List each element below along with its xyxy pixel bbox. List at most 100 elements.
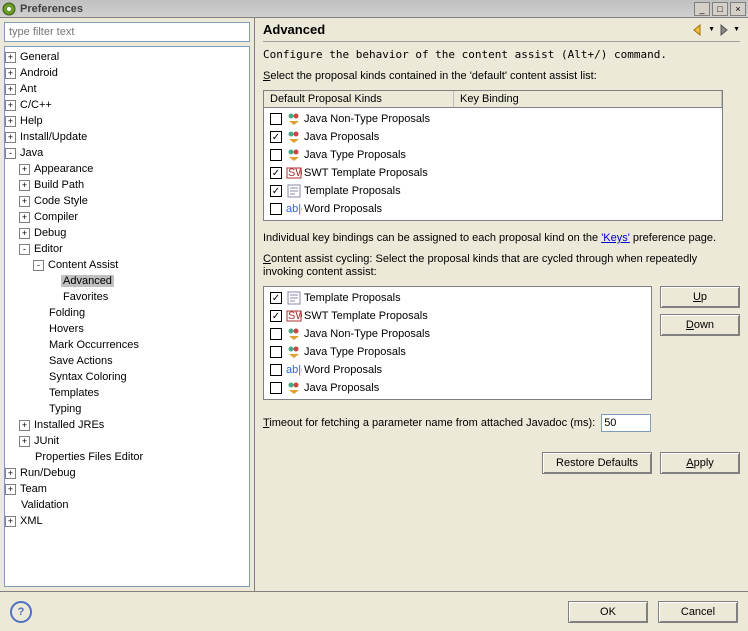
- apply-button[interactable]: Apply: [660, 452, 740, 474]
- tree-node-team[interactable]: +Team: [5, 481, 249, 497]
- expand-icon[interactable]: +: [19, 164, 30, 175]
- tree-node-install-update[interactable]: +Install/Update: [5, 129, 249, 145]
- expand-icon[interactable]: +: [5, 484, 16, 495]
- checkbox[interactable]: [270, 382, 282, 394]
- tree-node-ant[interactable]: +Ant: [5, 81, 249, 97]
- tree-node-build-path[interactable]: +Build Path: [5, 177, 249, 193]
- expand-icon[interactable]: +: [5, 468, 16, 479]
- proposal-row[interactable]: Java Non-Type Proposals: [266, 325, 649, 343]
- checkbox[interactable]: [270, 328, 282, 340]
- filter-input[interactable]: [4, 22, 250, 42]
- restore-defaults-button[interactable]: Restore Defaults: [542, 452, 652, 474]
- cancel-button[interactable]: Cancel: [658, 601, 738, 623]
- expand-icon[interactable]: +: [5, 116, 16, 127]
- back-menu-icon[interactable]: ▼: [708, 26, 715, 33]
- checkbox[interactable]: ✓: [270, 310, 282, 322]
- tree-node-templates[interactable]: Templates: [5, 385, 249, 401]
- proposal-row[interactable]: ✓SWTSWT Template Proposals: [266, 164, 720, 182]
- tree-node-installed-jres[interactable]: +Installed JREs: [5, 417, 249, 433]
- tree-node-debug[interactable]: +Debug: [5, 225, 249, 241]
- tree-node-content-assist[interactable]: -Content Assist: [5, 257, 249, 273]
- close-button[interactable]: ×: [730, 2, 746, 16]
- tree-node-properties-files-editor[interactable]: Properties Files Editor: [5, 449, 249, 465]
- proposal-row[interactable]: Java Proposals: [266, 379, 649, 397]
- checkbox[interactable]: ✓: [270, 292, 282, 304]
- tree-node-hovers[interactable]: Hovers: [5, 321, 249, 337]
- tree-node-run-debug[interactable]: +Run/Debug: [5, 465, 249, 481]
- tree-node-android[interactable]: +Android: [5, 65, 249, 81]
- down-button[interactable]: Down: [660, 314, 740, 336]
- tree-node-general[interactable]: +General: [5, 49, 249, 65]
- expand-icon[interactable]: +: [19, 228, 30, 239]
- expand-icon[interactable]: +: [19, 436, 30, 447]
- proposal-row[interactable]: ✓SWTSWT Template Proposals: [266, 307, 649, 325]
- col-key-binding[interactable]: Key Binding: [454, 91, 722, 107]
- checkbox[interactable]: [270, 113, 282, 125]
- proposal-label: Word Proposals: [304, 203, 382, 215]
- proposal-row[interactable]: Java Type Proposals: [266, 343, 649, 361]
- tree-node-help[interactable]: +Help: [5, 113, 249, 129]
- minimize-button[interactable]: _: [694, 2, 710, 16]
- expand-icon[interactable]: +: [5, 84, 16, 95]
- forward-menu-icon[interactable]: ▼: [733, 26, 740, 33]
- proposal-row[interactable]: ab|cWord Proposals: [266, 200, 720, 218]
- up-button[interactable]: Up: [660, 286, 740, 308]
- tree-node-syntax-coloring[interactable]: Syntax Coloring: [5, 369, 249, 385]
- help-icon[interactable]: ?: [10, 601, 32, 623]
- tree-node-compiler[interactable]: +Compiler: [5, 209, 249, 225]
- keys-link[interactable]: 'Keys': [601, 232, 630, 244]
- col-default-kinds[interactable]: Default Proposal Kinds: [264, 91, 454, 107]
- expand-icon[interactable]: +: [5, 516, 16, 527]
- checkbox[interactable]: [270, 149, 282, 161]
- expand-icon[interactable]: +: [5, 68, 16, 79]
- proposal-row[interactable]: ✓Template Proposals: [266, 289, 649, 307]
- back-icon[interactable]: [692, 24, 708, 36]
- tree-node-validation[interactable]: Validation: [5, 497, 249, 513]
- forward-icon[interactable]: [717, 24, 733, 36]
- tree-node-advanced[interactable]: Advanced: [5, 273, 249, 289]
- proposal-row[interactable]: ab|cWord Proposals: [266, 361, 649, 379]
- proposal-row[interactable]: Java Type Proposals: [266, 146, 720, 164]
- expand-icon[interactable]: +: [19, 180, 30, 191]
- tree-node-java[interactable]: -Java: [5, 145, 249, 161]
- preferences-tree[interactable]: +General+Android+Ant+C/C+++Help+Install/…: [4, 46, 250, 587]
- svg-text:SWT: SWT: [288, 310, 302, 322]
- checkbox[interactable]: [270, 203, 282, 215]
- checkbox[interactable]: ✓: [270, 131, 282, 143]
- default-proposals-table: Default Proposal Kinds Key Binding Java …: [263, 90, 723, 221]
- collapse-icon[interactable]: -: [33, 260, 44, 271]
- tree-node-mark-occurrences[interactable]: Mark Occurrences: [5, 337, 249, 353]
- tree-node-xml[interactable]: +XML: [5, 513, 249, 529]
- tree-label: Content Assist: [46, 259, 120, 271]
- tree-node-editor[interactable]: -Editor: [5, 241, 249, 257]
- tree-node-c-c-[interactable]: +C/C++: [5, 97, 249, 113]
- expand-icon[interactable]: +: [5, 132, 16, 143]
- footer: ? OK Cancel: [0, 591, 748, 631]
- word-icon: ab|c: [286, 363, 302, 377]
- checkbox[interactable]: ✓: [270, 185, 282, 197]
- maximize-button[interactable]: □: [712, 2, 728, 16]
- proposal-row[interactable]: ✓Template Proposals: [266, 182, 720, 200]
- checkbox[interactable]: [270, 346, 282, 358]
- tree-node-favorites[interactable]: Favorites: [5, 289, 249, 305]
- proposal-row[interactable]: ✓Java Proposals: [266, 128, 720, 146]
- collapse-icon[interactable]: -: [5, 148, 16, 159]
- tree-node-save-actions[interactable]: Save Actions: [5, 353, 249, 369]
- expand-icon[interactable]: +: [19, 196, 30, 207]
- tree-node-appearance[interactable]: +Appearance: [5, 161, 249, 177]
- checkbox[interactable]: [270, 364, 282, 376]
- collapse-icon[interactable]: -: [19, 244, 30, 255]
- expand-icon[interactable]: +: [19, 420, 30, 431]
- proposal-row[interactable]: Java Non-Type Proposals: [266, 110, 720, 128]
- checkbox[interactable]: ✓: [270, 167, 282, 179]
- expand-icon[interactable]: +: [19, 212, 30, 223]
- tree-label: Compiler: [32, 211, 80, 223]
- tree-node-code-style[interactable]: +Code Style: [5, 193, 249, 209]
- tree-node-junit[interactable]: +JUnit: [5, 433, 249, 449]
- tree-node-folding[interactable]: Folding: [5, 305, 249, 321]
- expand-icon[interactable]: +: [5, 100, 16, 111]
- expand-icon[interactable]: +: [5, 52, 16, 63]
- timeout-input[interactable]: [601, 414, 651, 432]
- tree-node-typing[interactable]: Typing: [5, 401, 249, 417]
- ok-button[interactable]: OK: [568, 601, 648, 623]
